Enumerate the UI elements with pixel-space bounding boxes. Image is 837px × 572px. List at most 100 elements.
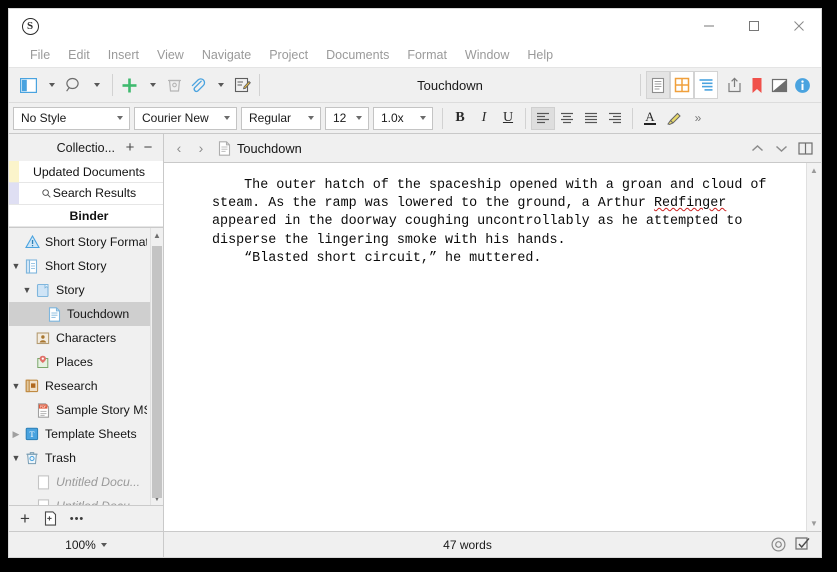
view-outline-button[interactable] bbox=[694, 71, 718, 99]
bold-button[interactable]: B bbox=[448, 107, 472, 130]
add-collection-button[interactable]: + bbox=[121, 139, 139, 157]
binder-item-characters[interactable]: Characters bbox=[9, 326, 150, 350]
search-button[interactable] bbox=[62, 71, 85, 99]
chevron-down-icon[interactable]: ▼ bbox=[20, 285, 34, 295]
align-left-icon bbox=[537, 112, 549, 124]
binder-scrollbar[interactable]: ▲ ▼ bbox=[150, 228, 163, 505]
attach-caret[interactable] bbox=[209, 71, 231, 99]
highlighter-icon bbox=[667, 112, 681, 125]
view-corkboard-button[interactable] bbox=[670, 71, 694, 99]
scroll-up-icon[interactable]: ▲ bbox=[151, 228, 163, 242]
binder-item-touchdown[interactable]: Touchdown bbox=[9, 302, 150, 326]
align-left-button[interactable] bbox=[531, 106, 555, 130]
add-caret[interactable] bbox=[141, 71, 163, 99]
format-overflow-button[interactable]: » bbox=[686, 107, 710, 130]
binder-scroll-track[interactable] bbox=[151, 242, 163, 498]
editor-scrollbar[interactable]: ▲ ▼ bbox=[806, 163, 821, 531]
menu-view[interactable]: View bbox=[148, 46, 193, 64]
folder-blue-icon bbox=[34, 283, 52, 298]
collection-color-strip bbox=[9, 205, 19, 226]
chevron-down-icon[interactable]: ▼ bbox=[9, 261, 23, 271]
compose-button[interactable] bbox=[231, 71, 254, 99]
binder-scroll-thumb[interactable] bbox=[152, 246, 162, 498]
scrivener-logo-icon: S bbox=[21, 17, 39, 35]
binder-item-untitled-document-2[interactable]: Untitled Docu... bbox=[9, 494, 150, 505]
align-right-button[interactable] bbox=[603, 107, 627, 130]
previous-document-button[interactable] bbox=[745, 137, 769, 159]
menu-edit[interactable]: Edit bbox=[59, 46, 99, 64]
mark-complete-button[interactable] bbox=[795, 537, 810, 552]
editor-scroll-track[interactable] bbox=[807, 178, 821, 516]
document-paragraph-2[interactable]: “Blasted short circuit,” he muttered. bbox=[212, 250, 778, 268]
menu-help[interactable]: Help bbox=[518, 46, 562, 64]
new-document-icon bbox=[44, 511, 57, 526]
chevron-down-icon bbox=[217, 83, 224, 87]
chevron-down-icon[interactable]: ▼ bbox=[9, 453, 23, 463]
binder-more-button[interactable]: ••• bbox=[67, 509, 87, 529]
add-document-button[interactable]: + bbox=[15, 509, 35, 529]
zoom-control[interactable]: 100% bbox=[9, 532, 164, 557]
binder-footer: + ••• bbox=[9, 505, 163, 531]
collection-updated-documents[interactable]: Updated Documents bbox=[9, 161, 163, 183]
binder-item-template-sheets[interactable]: ▶ T Template Sheets bbox=[9, 422, 150, 446]
search-caret[interactable] bbox=[85, 71, 107, 99]
font-family-select[interactable]: Courier New bbox=[134, 106, 237, 130]
paragraph-style-select[interactable]: No Style bbox=[13, 106, 130, 130]
binder-item-story[interactable]: ▼ Story bbox=[9, 278, 150, 302]
inspector-button[interactable] bbox=[791, 71, 814, 99]
search-icon bbox=[42, 189, 51, 198]
target-progress-button[interactable] bbox=[771, 537, 786, 552]
next-document-button[interactable] bbox=[769, 137, 793, 159]
menu-navigate[interactable]: Navigate bbox=[193, 46, 260, 64]
maximize-button[interactable] bbox=[731, 9, 776, 43]
minimize-button[interactable] bbox=[686, 9, 731, 43]
chevron-down-icon bbox=[308, 116, 314, 120]
line-spacing-select[interactable]: 1.0x bbox=[373, 106, 433, 130]
italic-button[interactable]: I bbox=[472, 107, 496, 130]
font-weight-select[interactable]: Regular bbox=[241, 106, 321, 130]
menu-window[interactable]: Window bbox=[456, 46, 518, 64]
menu-project[interactable]: Project bbox=[260, 46, 317, 64]
highlight-button[interactable] bbox=[662, 107, 686, 130]
menu-format[interactable]: Format bbox=[398, 46, 456, 64]
scroll-down-icon[interactable]: ▼ bbox=[807, 516, 821, 531]
chevron-down-icon[interactable]: ▼ bbox=[9, 381, 23, 391]
close-button[interactable] bbox=[776, 9, 821, 43]
chevron-right-icon[interactable]: ▶ bbox=[9, 429, 23, 440]
document-page[interactable]: The outer hatch of the spaceship opened … bbox=[164, 163, 806, 531]
bookmark-button[interactable] bbox=[746, 71, 768, 99]
compile-button[interactable] bbox=[723, 71, 746, 99]
underline-button[interactable]: U bbox=[496, 107, 520, 130]
text-color-button[interactable]: A bbox=[638, 107, 662, 130]
split-editor-button[interactable] bbox=[793, 137, 817, 159]
binder-item-sample-story-ms[interactable]: PDF Sample Story MS bbox=[9, 398, 150, 422]
binder-item-places[interactable]: Places bbox=[9, 350, 150, 374]
view-single-button[interactable] bbox=[646, 71, 670, 99]
add-button[interactable] bbox=[118, 71, 141, 99]
back-button[interactable]: ‹ bbox=[168, 137, 190, 159]
scroll-up-icon[interactable]: ▲ bbox=[807, 163, 821, 178]
new-from-template-button[interactable] bbox=[41, 509, 61, 529]
align-center-button[interactable] bbox=[555, 107, 579, 130]
binder-item-trash[interactable]: ▼ Trash bbox=[9, 446, 150, 470]
toggle-binder-button[interactable] bbox=[17, 71, 40, 99]
empty-trash-button[interactable] bbox=[163, 71, 186, 99]
binder-item-research[interactable]: ▼ Research bbox=[9, 374, 150, 398]
binder-item-untitled-document-1[interactable]: Untitled Docu... bbox=[9, 470, 150, 494]
forward-button[interactable]: › bbox=[190, 137, 212, 159]
menu-insert[interactable]: Insert bbox=[99, 46, 148, 64]
attach-button[interactable] bbox=[186, 71, 209, 99]
menu-file[interactable]: File bbox=[21, 46, 59, 64]
binder-item-short-story[interactable]: ▼ Short Story bbox=[9, 254, 150, 278]
font-weight-value: Regular bbox=[249, 111, 292, 125]
document-paragraph-1[interactable]: The outer hatch of the spaceship opened … bbox=[212, 177, 778, 250]
toggle-binder-caret[interactable] bbox=[40, 71, 62, 99]
font-size-select[interactable]: 12 bbox=[325, 106, 369, 130]
remove-collection-button[interactable]: − bbox=[139, 139, 157, 157]
binder-item-short-story-format[interactable]: Short Story Format bbox=[9, 230, 150, 254]
collection-binder[interactable]: Binder bbox=[9, 205, 163, 227]
menu-documents[interactable]: Documents bbox=[317, 46, 398, 64]
align-justify-button[interactable] bbox=[579, 107, 603, 130]
collection-search-results[interactable]: Search Results bbox=[9, 183, 163, 205]
composition-mode-button[interactable] bbox=[768, 71, 791, 99]
